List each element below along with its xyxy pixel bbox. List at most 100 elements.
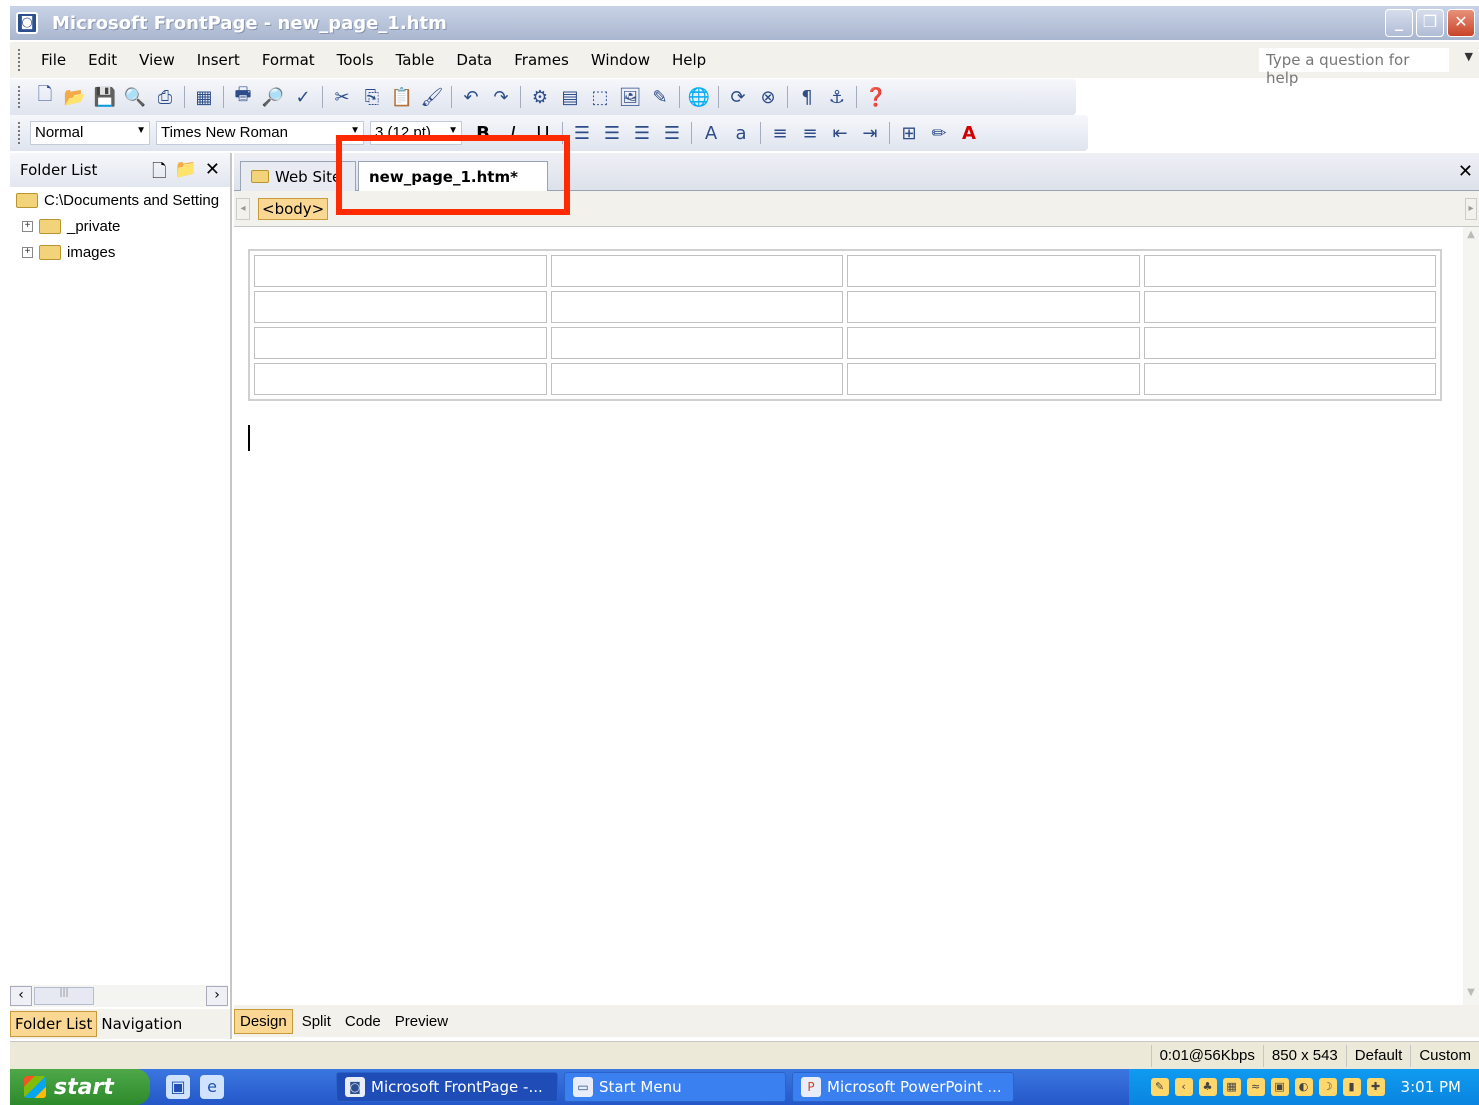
- close-document-icon[interactable]: ✕: [1458, 161, 1473, 182]
- menu-data[interactable]: Data: [445, 51, 503, 69]
- table-cell[interactable]: [1143, 363, 1436, 395]
- tray-icon[interactable]: ♣: [1198, 1078, 1217, 1096]
- status-custom[interactable]: Custom: [1410, 1044, 1479, 1067]
- new-page-icon[interactable]: 🗋: [152, 159, 166, 189]
- body-tag-button[interactable]: <body>: [258, 197, 329, 220]
- status-style[interactable]: Default: [1345, 1044, 1411, 1067]
- table-cell[interactable]: [1143, 327, 1436, 359]
- start-button[interactable]: start: [10, 1069, 150, 1105]
- italic-button[interactable]: I: [498, 119, 528, 147]
- tray-icon[interactable]: ◐: [1294, 1078, 1313, 1096]
- menu-help[interactable]: Help: [661, 51, 717, 69]
- expand-icon[interactable]: +: [22, 246, 33, 258]
- status-dimensions[interactable]: 850 x 543: [1262, 1044, 1346, 1067]
- cut-icon[interactable]: ✂: [327, 83, 357, 111]
- scroll-left-icon[interactable]: ‹: [10, 986, 32, 1006]
- tab-design[interactable]: Design: [234, 1008, 293, 1034]
- align-left-icon[interactable]: ☰: [567, 119, 597, 147]
- print-icon[interactable]: 🖶: [228, 83, 258, 111]
- menu-edit[interactable]: Edit: [77, 51, 128, 69]
- table-cell[interactable]: [254, 363, 547, 395]
- web-component-icon[interactable]: ⚙: [525, 83, 555, 111]
- tray-icon[interactable]: ▮: [1342, 1078, 1361, 1096]
- tree-root[interactable]: C:\Documents and Setting: [10, 187, 230, 213]
- menu-window[interactable]: Window: [580, 51, 661, 69]
- insert-picture-icon[interactable]: 🖼: [615, 83, 645, 111]
- menu-frames[interactable]: Frames: [503, 51, 580, 69]
- insert-table-icon[interactable]: ▤: [555, 83, 585, 111]
- new-page-icon[interactable]: 🗋: [30, 83, 60, 111]
- task-start-menu[interactable]: ▭ Start Menu: [564, 1072, 786, 1102]
- table-cell[interactable]: [847, 327, 1140, 359]
- borders-icon[interactable]: ⊞: [894, 119, 924, 147]
- table-cell[interactable]: [847, 291, 1140, 323]
- expand-icon[interactable]: +: [22, 220, 33, 232]
- scroll-down-icon[interactable]: ▼: [1463, 987, 1479, 1005]
- tab-navigation[interactable]: Navigation: [97, 1012, 186, 1036]
- toolbar-grip[interactable]: [18, 122, 22, 144]
- stop-icon[interactable]: ⊗: [753, 83, 783, 111]
- tree-item-private[interactable]: + _private: [10, 213, 230, 239]
- font-size-select[interactable]: 3 (12 pt) ▼: [370, 121, 462, 145]
- menu-insert[interactable]: Insert: [186, 51, 251, 69]
- menu-tools[interactable]: Tools: [326, 51, 385, 69]
- style-select[interactable]: Normal ▼: [30, 121, 150, 145]
- tab-code[interactable]: Code: [340, 1010, 386, 1033]
- open-icon[interactable]: 📂: [60, 83, 90, 111]
- desktop-icon[interactable]: ▣: [166, 1075, 190, 1099]
- tab-new-page[interactable]: new_page_1.htm*: [358, 161, 548, 191]
- close-button[interactable]: ✕: [1447, 9, 1475, 37]
- increase-indent-icon[interactable]: ⇥: [855, 119, 885, 147]
- decrease-font-icon[interactable]: a: [726, 119, 756, 147]
- menu-file[interactable]: File: [30, 51, 77, 69]
- folder-list-scrollbar[interactable]: ‹ ||| ›: [10, 985, 228, 1007]
- table-cell[interactable]: [550, 327, 843, 359]
- help-search-input[interactable]: Type a question for help: [1259, 48, 1449, 87]
- tray-icon[interactable]: ▣: [1270, 1078, 1289, 1096]
- tray-icon[interactable]: ▦: [1222, 1078, 1241, 1096]
- page-table[interactable]: [248, 249, 1442, 401]
- tray-icon[interactable]: ✚: [1366, 1078, 1385, 1096]
- highlight-icon[interactable]: ✏: [924, 119, 954, 147]
- show-all-icon[interactable]: ¶: [792, 83, 822, 111]
- scroll-up-icon[interactable]: ▲: [1463, 229, 1479, 247]
- redo-icon[interactable]: ↷: [486, 83, 516, 111]
- decrease-indent-icon[interactable]: ⇤: [825, 119, 855, 147]
- publish-icon[interactable]: ⎙: [150, 83, 180, 111]
- table-cell[interactable]: [847, 363, 1140, 395]
- internet-explorer-icon[interactable]: e: [200, 1075, 224, 1099]
- table-cell[interactable]: [254, 291, 547, 323]
- save-icon[interactable]: 💾: [90, 83, 120, 111]
- drawing-icon[interactable]: ✎: [645, 83, 675, 111]
- menu-format[interactable]: Format: [251, 51, 326, 69]
- tree-item-images[interactable]: + images: [10, 239, 230, 265]
- toolbar-grip[interactable]: [18, 86, 22, 108]
- clock[interactable]: 3:01 PM: [1401, 1078, 1461, 1096]
- help-dropdown-arrow[interactable]: ▼: [1465, 50, 1473, 63]
- task-frontpage[interactable]: ◙ Microsoft FrontPage -...: [336, 1072, 558, 1102]
- frontpage-app-icon[interactable]: ◙: [16, 12, 38, 34]
- vertical-scrollbar[interactable]: ▲ ▼: [1463, 227, 1479, 1007]
- table-cell[interactable]: [254, 327, 547, 359]
- menu-view[interactable]: View: [128, 51, 186, 69]
- tray-expand-icon[interactable]: ‹: [1174, 1078, 1193, 1096]
- table-cell[interactable]: [550, 291, 843, 323]
- table-cell[interactable]: [1143, 255, 1436, 287]
- new-folder-icon[interactable]: 📁: [174, 159, 196, 189]
- font-color-icon[interactable]: A: [954, 119, 984, 147]
- bookmark-icon[interactable]: ⚓: [822, 83, 852, 111]
- undo-icon[interactable]: ↶: [456, 83, 486, 111]
- tab-split[interactable]: Split: [297, 1010, 336, 1033]
- tray-icon[interactable]: ☽: [1318, 1078, 1337, 1096]
- table-cell[interactable]: [550, 363, 843, 395]
- tag-scroll-right-icon[interactable]: ▸: [1465, 198, 1477, 220]
- refresh-icon[interactable]: ⟳: [723, 83, 753, 111]
- preview-icon[interactable]: 🔎: [258, 83, 288, 111]
- table-cell[interactable]: [1143, 291, 1436, 323]
- table-cell[interactable]: [847, 255, 1140, 287]
- search-icon[interactable]: 🔍: [120, 83, 150, 111]
- restore-button[interactable]: ❐: [1416, 9, 1444, 37]
- paste-icon[interactable]: 📋: [387, 83, 417, 111]
- tab-folder-list[interactable]: Folder List: [10, 1011, 98, 1037]
- table-cell[interactable]: [254, 255, 547, 287]
